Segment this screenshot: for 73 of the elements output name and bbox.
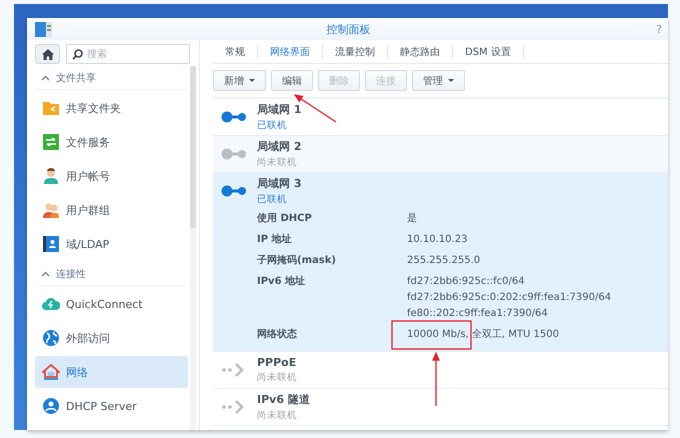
sidebar-item[interactable]: 共享文件夹 xyxy=(35,92,188,124)
users-icon xyxy=(42,201,60,219)
tab[interactable]: 静态路由 xyxy=(388,44,453,60)
chevron-icon xyxy=(41,270,50,276)
detail-label: 使用 DHCP xyxy=(257,212,313,226)
sidebar-item[interactable]: DHCP Server xyxy=(35,390,188,422)
interface-name: PPPoE xyxy=(257,356,297,369)
tab[interactable]: 网络界面 xyxy=(258,44,323,60)
section-label: 连接性 xyxy=(56,268,86,280)
annotation-arrow xyxy=(432,352,440,406)
chevron-icon xyxy=(41,74,50,80)
sidebar-item[interactable]: 外部访问 xyxy=(35,322,188,354)
scrollbar-thumb[interactable] xyxy=(190,66,196,228)
user-icon xyxy=(42,167,60,185)
detail-label: 子网掩码(mask) xyxy=(257,254,337,268)
interface-row[interactable]: 局域网 2 尚未联机 xyxy=(213,136,668,173)
search-icon xyxy=(72,48,83,60)
home-icon xyxy=(42,48,54,60)
arrows-icon xyxy=(42,133,60,151)
interface-name: 局域网 3 xyxy=(257,176,302,191)
window-title: 控制面板 xyxy=(326,22,370,36)
tab[interactable]: 流量控制 xyxy=(323,44,388,60)
detail-label: IP 地址 xyxy=(257,232,293,247)
interface-name: 局域网 2 xyxy=(257,139,302,154)
interface-row[interactable]: IPv6 隧道 尚未联机 xyxy=(213,389,668,426)
detail-label: IPv6 地址 xyxy=(257,274,306,289)
toolbar-button[interactable]: 管理 xyxy=(412,70,465,91)
connection-icon xyxy=(221,111,247,123)
toolbar-button[interactable]: 编辑 xyxy=(271,70,313,91)
detail-value: 是 xyxy=(407,212,417,226)
connection-icon xyxy=(221,148,247,160)
house-icon xyxy=(42,363,60,381)
caret-icon xyxy=(249,79,255,82)
detail-value: 10000 Mb/s, 全双工, MTU 1500 xyxy=(407,328,559,342)
interface-name: IPv6 隧道 xyxy=(257,392,310,407)
scrollbar-track[interactable] xyxy=(190,66,196,430)
interface-row[interactable]: PPPoE 尚未联机 xyxy=(213,352,668,389)
tab[interactable]: DSM 设置 xyxy=(453,44,524,60)
interface-row[interactable]: 局域网 3 已联机 使用 DHCP 是 IP 地址 10.10.10.23 子网掩码(mask) 255.255.255.0 IPv6 地址 fd27:2bb6:925c::fc0/64 fd27:2bb6:925c:0:202:c9ff:fea1:7390/64 fe80::202:c9ff:fea1:7390/64 网络状态 10000 Mb/s, 全双工, MTU 1500 xyxy=(213,173,668,352)
connection-icon xyxy=(221,185,247,197)
sidebar-item[interactable]: 域/LDAP xyxy=(35,228,188,260)
sidebar-item[interactable]: 文件服务 xyxy=(35,126,188,158)
detail-value: fe80::202:c9ff:fea1:7390/64 xyxy=(407,307,548,321)
interface-status: 已联机 xyxy=(257,119,288,132)
interface-name: 局域网 1 xyxy=(257,102,302,117)
control-panel-icon xyxy=(35,22,52,36)
interface-status: 尚未联机 xyxy=(257,371,297,384)
interface-row[interactable]: 局域网 1 已联机 xyxy=(213,99,668,136)
detail-value: fd27:2bb6:925c::fc0/64 xyxy=(407,275,525,289)
toolbar-button[interactable]: 新增 xyxy=(213,70,266,91)
sidebar-item[interactable]: QuickConnect xyxy=(35,288,188,320)
interface-status: 已联机 xyxy=(257,193,288,206)
section-header[interactable]: 文件共享 xyxy=(35,66,188,90)
search-field[interactable]: 搜索 xyxy=(66,44,190,64)
detail-label: 网络状态 xyxy=(257,328,298,342)
detail-value: 10.10.10.23 xyxy=(407,233,468,247)
section-header[interactable]: 连接性 xyxy=(35,262,188,286)
interface-status: 尚未联机 xyxy=(257,156,298,169)
detail-value: fd27:2bb6:925c:0:202:c9ff:fea1:7390/64 xyxy=(407,291,612,305)
folder-icon xyxy=(42,99,60,117)
interface-status: 尚未联机 xyxy=(257,409,298,422)
sidebar-item[interactable]: 用户帐号 xyxy=(35,160,188,192)
sidebar-item[interactable]: 网络 xyxy=(35,356,188,388)
id-card-icon xyxy=(42,235,60,253)
sidebar-item[interactable]: 用户群组 xyxy=(35,194,188,226)
globe-icon xyxy=(42,329,60,347)
annotation-arrow xyxy=(294,94,336,123)
tab[interactable]: 常规 xyxy=(213,44,258,60)
section-label: 文件共享 xyxy=(56,72,96,84)
cloud-icon xyxy=(42,295,60,313)
detail-value: 255.255.255.0 xyxy=(407,254,480,268)
caret-icon xyxy=(448,79,454,82)
home-button[interactable] xyxy=(35,44,60,64)
